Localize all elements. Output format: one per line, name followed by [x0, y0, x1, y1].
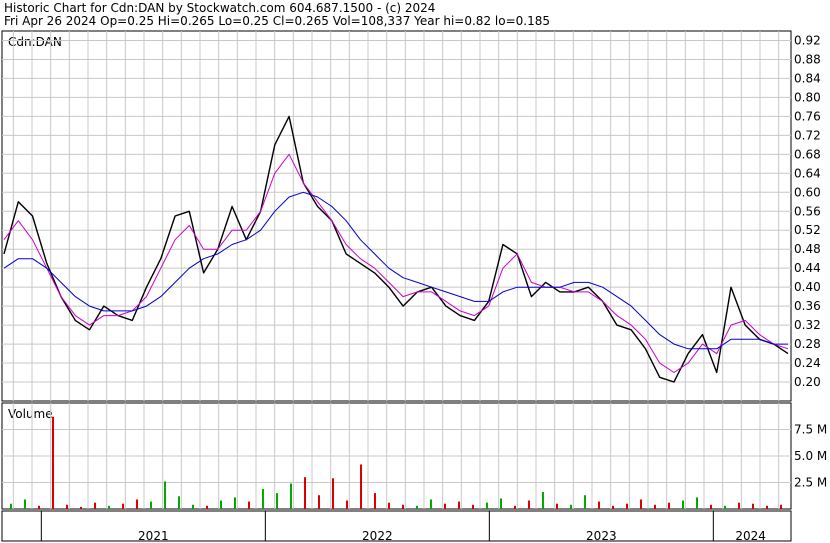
volume-tick-label: 2.5 M — [794, 476, 827, 490]
price-tick-label: 0.64 — [794, 166, 821, 180]
price-tick-label: 0.68 — [794, 147, 821, 161]
price-tick-label: 0.20 — [794, 375, 821, 389]
year-label: 2024 — [735, 529, 766, 543]
price-tick-label: 0.40 — [794, 280, 821, 294]
x-axis-strip — [1, 510, 792, 542]
price-tick-label: 0.92 — [794, 33, 821, 47]
price-tick-label: 0.32 — [794, 318, 821, 332]
year-label: 2023 — [586, 529, 617, 543]
volume-tick-label: 7.5 M — [794, 423, 827, 437]
price-tick-label: 0.84 — [794, 71, 821, 85]
chart-header-title: Historic Chart for Cdn:DAN by Stockwatch… — [4, 1, 435, 15]
price-tick-label: 0.76 — [794, 109, 821, 123]
chart-header-stats: Fri Apr 26 2024 Op=0.25 Hi=0.265 Lo=0.25… — [4, 14, 550, 28]
chart-root: Historic Chart for Cdn:DAN by Stockwatch… — [0, 0, 830, 543]
volume-panel-label: Volume — [8, 407, 53, 421]
price-tick-label: 0.48 — [794, 242, 821, 256]
price-tick-label: 0.56 — [794, 204, 821, 218]
year-label: 2022 — [362, 529, 393, 543]
price-panel-label: Cdn:DAN — [8, 35, 62, 49]
price-tick-label: 0.52 — [794, 223, 821, 237]
price-tick-label: 0.44 — [794, 261, 821, 275]
price-tick-label: 0.88 — [794, 52, 821, 66]
price-tick-label: 0.60 — [794, 185, 821, 199]
year-label: 2021 — [138, 529, 169, 543]
price-tick-label: 0.36 — [794, 299, 821, 313]
price-tick-label: 0.28 — [794, 337, 821, 351]
price-tick-label: 0.24 — [794, 356, 821, 370]
price-tick-label: 0.72 — [794, 128, 821, 142]
price-tick-label: 0.80 — [794, 90, 821, 104]
price-panel — [1, 30, 792, 402]
stock-chart: Historic Chart for Cdn:DAN by Stockwatch… — [1, 1, 827, 543]
volume-tick-label: 5.0 M — [794, 449, 827, 463]
